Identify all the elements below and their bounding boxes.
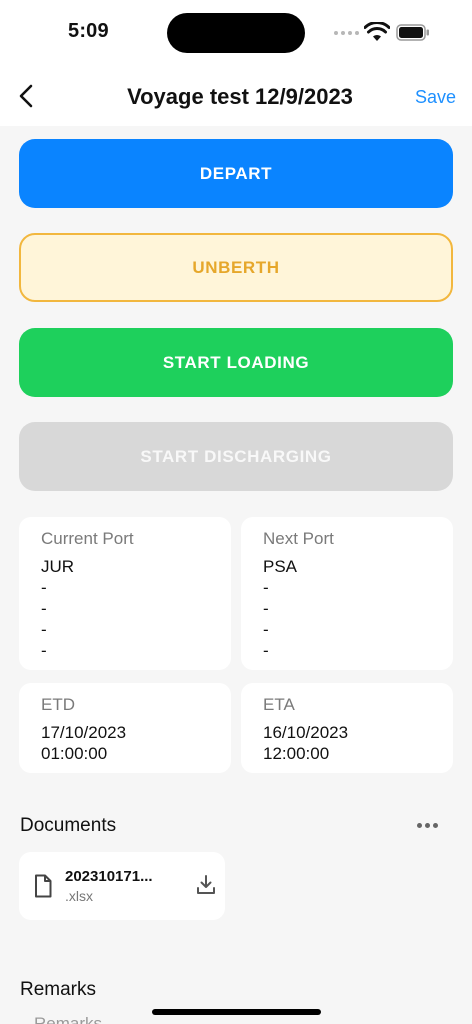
unberth-button[interactable]: UNBERTH (19, 233, 453, 302)
etd-card: ETD 17/10/2023 01:00:00 (19, 683, 231, 773)
more-options-icon[interactable] (414, 818, 440, 832)
start-discharging-button[interactable]: START DISCHARGING (19, 422, 453, 491)
dynamic-island (167, 13, 305, 53)
save-button[interactable]: Save (415, 87, 456, 108)
eta-date: 16/10/2023 (263, 723, 349, 742)
next-port-detail: - (263, 620, 269, 639)
next-port-detail: - (263, 641, 269, 660)
etd-time: 01:00:00 (41, 744, 108, 763)
navigation-bar: Voyage test 12/9/2023 Save (0, 64, 472, 126)
current-port-label: Current Port (41, 529, 134, 548)
page-title: Voyage test 12/9/2023 (127, 84, 353, 109)
status-time: 5:09 (68, 20, 109, 42)
wifi-icon (364, 22, 390, 41)
home-indicator (152, 1009, 321, 1015)
depart-button[interactable]: DEPART (19, 139, 453, 208)
next-port-card: Next Port PSA - - - - (241, 517, 453, 670)
current-port-detail: - (41, 578, 47, 597)
next-port-label: Next Port (263, 529, 334, 548)
file-icon (35, 874, 52, 898)
document-name: 202310171... (65, 868, 153, 885)
download-icon[interactable] (195, 874, 217, 896)
status-bar: 5:09 (0, 0, 472, 64)
cellular-signal-icon (334, 31, 359, 35)
current-port-detail: - (41, 620, 47, 639)
remarks-title: Remarks (20, 979, 97, 1000)
document-item[interactable]: 202310171... .xlsx (19, 852, 225, 920)
current-port-detail: - (41, 641, 47, 660)
current-port-detail: - (41, 599, 47, 618)
eta-label: ETA (263, 695, 295, 714)
remarks-input[interactable]: Remarks (34, 1014, 102, 1024)
etd-label: ETD (41, 695, 75, 714)
next-port-detail: - (263, 578, 269, 597)
current-port-card: Current Port JUR - - - - (19, 517, 231, 670)
current-port-code: JUR (41, 557, 75, 576)
document-extension: .xlsx (65, 888, 93, 904)
start-loading-button[interactable]: START LOADING (19, 328, 453, 397)
next-port-code: PSA (263, 557, 298, 576)
eta-card: ETA 16/10/2023 12:00:00 (241, 683, 453, 773)
documents-title: Documents (20, 815, 117, 836)
etd-date: 17/10/2023 (41, 723, 127, 742)
battery-icon (396, 24, 429, 41)
eta-time: 12:00:00 (263, 744, 330, 763)
next-port-detail: - (263, 599, 269, 618)
